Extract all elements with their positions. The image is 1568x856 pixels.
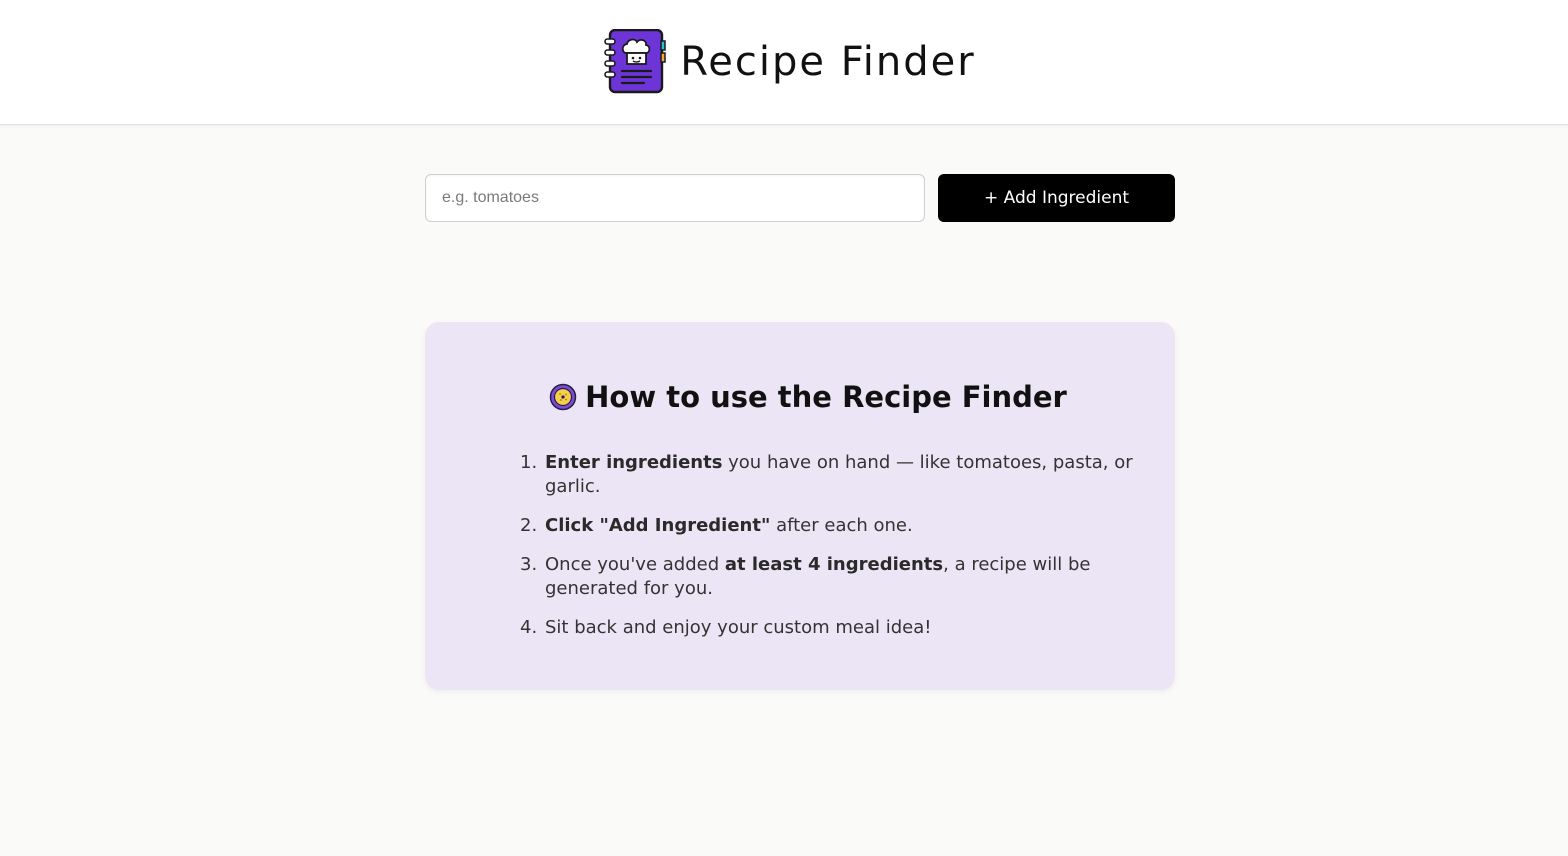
step-text: Once you've added at least 4 ingredients… <box>545 553 1140 601</box>
step-text: Click "Add Ingredient" after each one. <box>545 514 1140 538</box>
instructions-card: How to use the Recipe Finder 1. Enter in… <box>425 322 1175 690</box>
step-emphasis: Click "Add Ingredient" <box>545 515 771 536</box>
instruction-step: 4. Sit back and enjoy your custom meal i… <box>520 616 1140 640</box>
instructions-list: 1. Enter ingredients you have on hand — … <box>520 451 1140 655</box>
instructions-heading: How to use the Recipe Finder <box>433 380 1183 414</box>
app-title: Recipe Finder <box>680 39 976 85</box>
app-header: Recipe Finder <box>0 0 1568 125</box>
step-text: Enter ingredients you have on hand — lik… <box>545 451 1140 499</box>
step-detail: after each one. <box>770 515 913 536</box>
instruction-step: 1. Enter ingredients you have on hand — … <box>520 451 1140 499</box>
instruction-step: 2. Click "Add Ingredient" after each one… <box>520 514 1140 538</box>
compass-icon <box>549 383 577 411</box>
instructions-title: How to use the Recipe Finder <box>585 380 1067 414</box>
step-number: 1. <box>520 452 538 473</box>
add-ingredient-button[interactable]: + Add Ingredient <box>938 174 1175 222</box>
step-number: 2. <box>520 515 538 536</box>
step-emphasis: at least 4 ingredients <box>724 554 944 575</box>
ingredient-search-row: + Add Ingredient <box>425 174 1175 222</box>
step-emphasis: Enter ingredients <box>545 452 723 473</box>
step-text: Sit back and enjoy your custom meal idea… <box>545 617 932 638</box>
instruction-step: 3. Once you've added at least 4 ingredie… <box>520 553 1140 601</box>
cookbook-chef-icon <box>604 29 667 94</box>
ingredient-input[interactable] <box>425 174 925 222</box>
step-number: 4. <box>520 617 538 638</box>
step-number: 3. <box>520 554 538 575</box>
step-intro: Once you've added <box>545 554 725 575</box>
brand: Recipe Finder <box>604 29 975 95</box>
